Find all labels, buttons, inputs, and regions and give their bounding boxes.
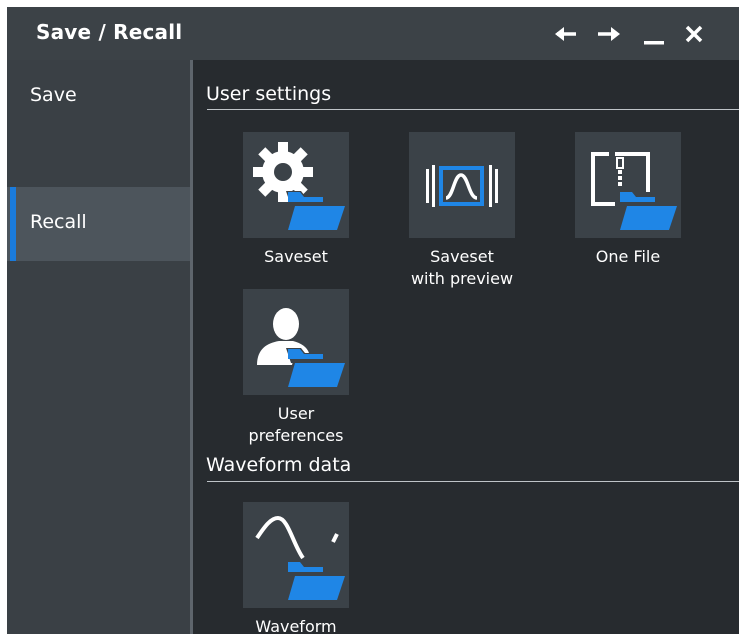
waveform-label: Waveform	[255, 617, 337, 634]
title-bar: Save / Recall	[7, 7, 739, 60]
save-recall-dialog: Save / Recall Save Recall User settings …	[7, 7, 739, 634]
sidebar-item-recall[interactable]: Recall	[7, 187, 190, 261]
close-icon	[685, 25, 703, 43]
sidebar-item-label: Save	[30, 84, 77, 106]
saveset-label: Saveset	[264, 247, 328, 266]
one-file-label: One File	[595, 247, 661, 266]
selected-indicator	[10, 187, 16, 261]
section-divider	[207, 109, 739, 110]
dialog-title: Save / Recall	[36, 20, 183, 44]
forward-button[interactable]	[594, 19, 624, 49]
section-divider	[207, 481, 739, 482]
sidebar: Save Recall	[7, 60, 190, 634]
saveset-tile[interactable]: Saveset	[216, 132, 376, 268]
section-title-waveform-data: Waveform data	[206, 454, 352, 476]
saveset-with-preview-tile[interactable]: Saveset with preview	[382, 132, 542, 290]
user-preferences-label: User preferences	[248, 404, 344, 445]
user-folder-icon	[257, 308, 347, 389]
section-title-user-settings: User settings	[206, 83, 332, 105]
waveform-tile[interactable]: Waveform	[216, 502, 376, 634]
saveset-preview-folder-icon	[426, 165, 498, 207]
back-button[interactable]	[551, 19, 581, 49]
waveform-folder-icon	[255, 515, 347, 602]
minimize-button[interactable]	[639, 19, 669, 49]
sidebar-item-label: Recall	[30, 211, 87, 233]
file-folder-icon	[591, 152, 679, 232]
one-file-tile[interactable]: One File	[548, 132, 708, 268]
close-button[interactable]	[679, 19, 709, 49]
saveset-with-preview-label: Saveset with preview	[410, 247, 514, 288]
recall-content: User settings Saveset Saveset with previ…	[193, 60, 739, 634]
arrow-left-icon	[555, 27, 576, 41]
user-preferences-tile[interactable]: User preferences	[216, 289, 376, 447]
arrow-right-icon	[598, 27, 620, 41]
minimize-icon	[644, 41, 664, 45]
gear-folder-icon	[253, 142, 347, 232]
sidebar-item-save[interactable]: Save	[7, 60, 190, 134]
